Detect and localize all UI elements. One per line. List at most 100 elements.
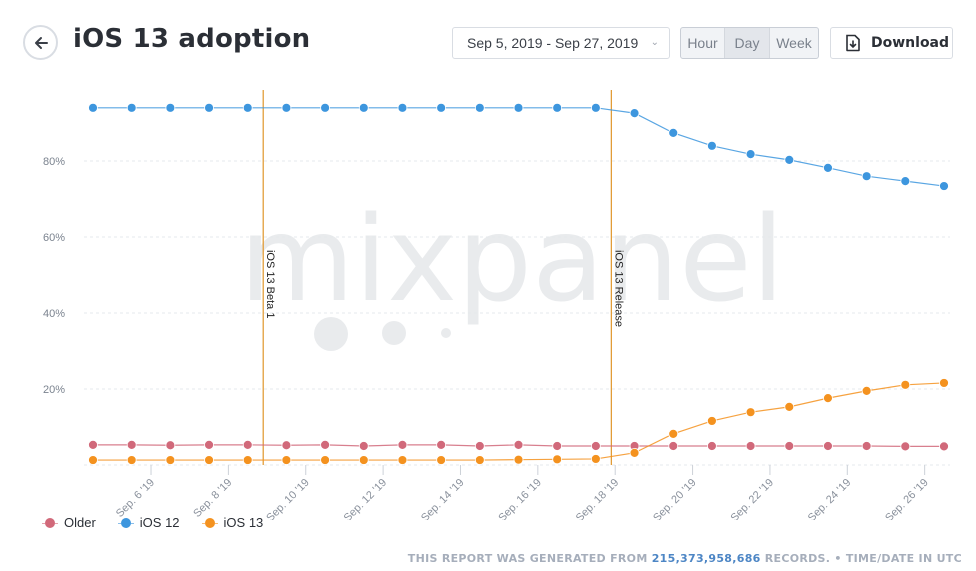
data-point[interactable] xyxy=(784,154,795,165)
data-point[interactable] xyxy=(204,439,214,450)
data-point[interactable] xyxy=(242,102,253,113)
data-point[interactable] xyxy=(861,441,872,451)
data-point[interactable] xyxy=(165,455,176,465)
data-point[interactable] xyxy=(900,441,911,452)
date-range-value: Sep 5, 2019 - Sep 27, 2019 xyxy=(467,35,639,51)
data-point[interactable] xyxy=(784,441,795,451)
data-point[interactable] xyxy=(320,439,330,450)
series-line-ios-12 xyxy=(93,107,945,187)
data-point[interactable] xyxy=(900,176,911,187)
data-point[interactable] xyxy=(358,102,369,113)
data-point[interactable] xyxy=(939,181,949,191)
data-point[interactable] xyxy=(552,454,563,465)
data-point[interactable] xyxy=(590,454,601,464)
arrow-left-icon xyxy=(34,36,48,49)
data-point[interactable] xyxy=(552,102,563,113)
legend-item[interactable]: iOS 12 xyxy=(117,515,180,530)
data-point[interactable] xyxy=(397,455,408,465)
data-point[interactable] xyxy=(88,455,98,465)
data-point[interactable] xyxy=(552,441,563,451)
download-label: Download xyxy=(871,35,950,51)
data-point[interactable] xyxy=(513,102,524,113)
x-tick-label: Sep. 16 '19 xyxy=(496,477,544,520)
records-count[interactable]: 215,373,958,686 xyxy=(652,552,761,565)
data-point[interactable] xyxy=(242,455,253,465)
report-footer: THIS REPORT WAS GENERATED FROM 215,373,9… xyxy=(408,552,962,565)
data-point[interactable] xyxy=(939,378,949,388)
data-point[interactable] xyxy=(204,455,214,465)
watermark-dot xyxy=(314,317,348,351)
data-point[interactable] xyxy=(861,385,872,396)
granularity-day[interactable]: Day xyxy=(725,28,770,58)
data-point[interactable] xyxy=(861,171,872,182)
data-point[interactable] xyxy=(126,455,137,465)
x-tick-label: Sep. 6 '19 xyxy=(114,477,157,520)
data-point[interactable] xyxy=(784,401,795,412)
watermark-text: mixpanel xyxy=(240,190,785,328)
data-point[interactable] xyxy=(823,162,833,173)
watermark-dot xyxy=(441,328,451,338)
annotation-label: iOS 13 Release xyxy=(612,250,624,327)
data-point[interactable] xyxy=(668,441,679,451)
data-point[interactable] xyxy=(900,379,911,390)
y-tick-label: 80% xyxy=(43,156,65,168)
data-point[interactable] xyxy=(281,440,292,451)
data-point[interactable] xyxy=(126,102,137,113)
data-point[interactable] xyxy=(165,440,176,451)
data-point[interactable] xyxy=(707,416,717,426)
data-point[interactable] xyxy=(88,439,98,450)
legend-swatch xyxy=(42,517,58,528)
data-point[interactable] xyxy=(281,455,292,465)
data-point[interactable] xyxy=(436,102,447,113)
x-tick-label: Sep. 8 '19 xyxy=(191,477,234,520)
data-point[interactable] xyxy=(474,441,485,451)
data-point[interactable] xyxy=(513,454,524,465)
data-point[interactable] xyxy=(629,108,640,119)
data-point[interactable] xyxy=(320,455,330,465)
data-point[interactable] xyxy=(745,149,756,160)
data-point[interactable] xyxy=(281,102,292,113)
data-point[interactable] xyxy=(242,439,253,450)
data-point[interactable] xyxy=(745,407,756,418)
date-range-picker[interactable]: Sep 5, 2019 - Sep 27, 2019 ⌄ xyxy=(452,27,670,59)
data-point[interactable] xyxy=(320,102,330,113)
download-button[interactable]: Download xyxy=(830,27,953,59)
x-tick-label: Sep. 20 '19 xyxy=(651,477,699,520)
line-chart: mixpanel 20% 40% 60% 80% Sep. 6 '19 Sep. 8 '19… xyxy=(43,90,950,520)
footer-prefix: THIS REPORT WAS GENERATED FROM xyxy=(407,552,652,565)
data-point[interactable] xyxy=(590,102,601,113)
back-button[interactable] xyxy=(23,25,58,60)
data-point[interactable] xyxy=(436,439,447,450)
data-point[interactable] xyxy=(397,102,408,113)
data-point[interactable] xyxy=(165,102,176,113)
data-point[interactable] xyxy=(358,441,369,451)
data-point[interactable] xyxy=(358,455,369,465)
watermark-dot xyxy=(382,321,406,345)
data-point[interactable] xyxy=(629,447,640,458)
data-point[interactable] xyxy=(513,439,524,450)
data-point[interactable] xyxy=(668,127,679,138)
data-point[interactable] xyxy=(823,393,833,404)
x-tick-label: Sep. 26 '19 xyxy=(883,477,931,520)
granularity-hour[interactable]: Hour xyxy=(681,28,725,58)
legend-item[interactable]: iOS 13 xyxy=(201,515,263,530)
legend-item[interactable]: Older xyxy=(42,515,96,530)
data-point[interactable] xyxy=(590,441,601,451)
data-point[interactable] xyxy=(939,441,949,452)
data-point[interactable] xyxy=(436,455,447,465)
data-point[interactable] xyxy=(126,439,137,450)
data-point[interactable] xyxy=(474,102,485,113)
data-point[interactable] xyxy=(474,455,485,465)
data-point[interactable] xyxy=(668,428,679,439)
data-point[interactable] xyxy=(707,140,717,151)
data-point[interactable] xyxy=(745,441,756,451)
data-point[interactable] xyxy=(707,441,717,451)
granularity-week[interactable]: Week xyxy=(770,28,818,58)
data-point[interactable] xyxy=(204,102,214,113)
data-point[interactable] xyxy=(88,102,98,113)
x-tick-label: Sep. 10 '19 xyxy=(264,477,312,520)
data-point[interactable] xyxy=(397,439,408,450)
data-point[interactable] xyxy=(823,441,833,451)
legend-swatch xyxy=(117,517,134,528)
chart-legend: Older iOS 12 iOS 13 xyxy=(42,515,263,530)
